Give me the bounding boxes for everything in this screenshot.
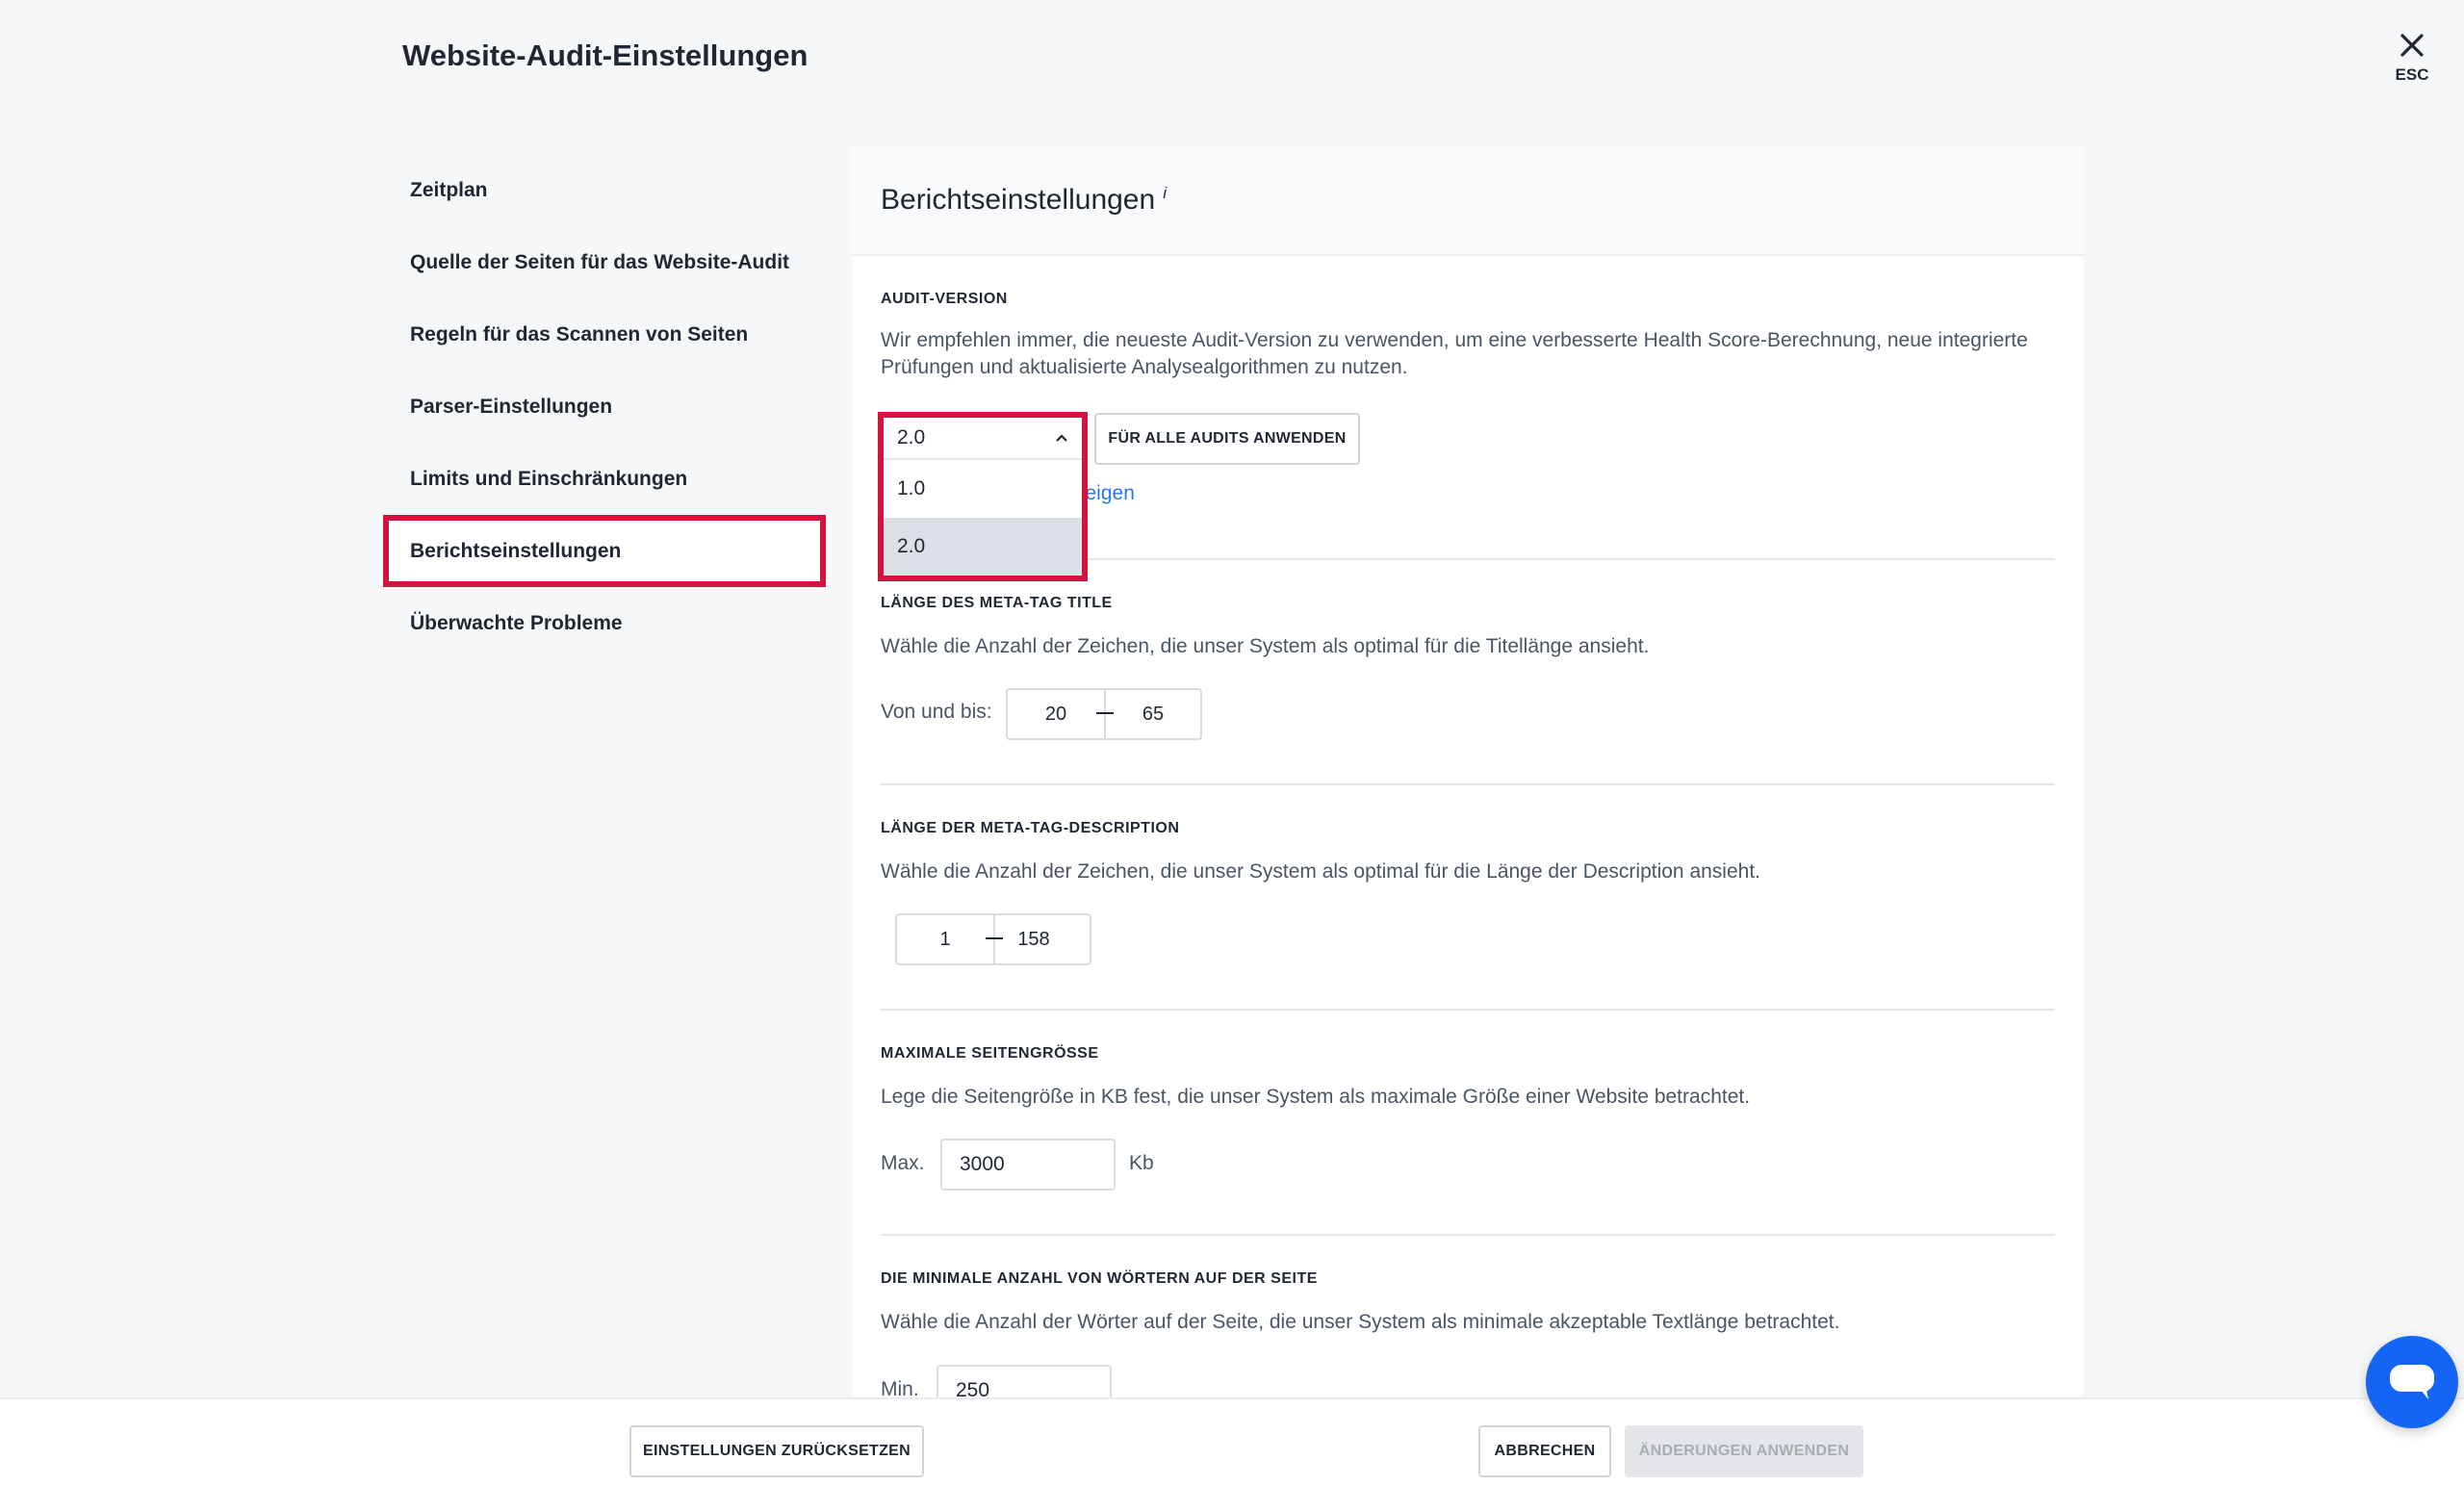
- sidebar-item-monitored-issues[interactable]: Überwachte Probleme: [383, 587, 826, 659]
- title-length-section: LÄNGE DES META-TAG TITLE Wähle die Anzah…: [881, 595, 2055, 660]
- title-length-from-input[interactable]: 20: [1008, 704, 1104, 726]
- chat-button[interactable]: [2366, 1336, 2458, 1428]
- section-divider: [881, 1234, 2055, 1236]
- sidebar-item-zeitplan[interactable]: Zeitplan: [383, 154, 826, 226]
- audit-version-option-1-0[interactable]: 1.0: [884, 460, 1082, 518]
- title-length-range: 20 65: [1006, 688, 1202, 740]
- sidebar-item-page-source[interactable]: Quelle der Seiten für das Website-Audit: [383, 226, 826, 298]
- panel-header: Berichtseinstellungen i: [852, 146, 2084, 256]
- section-divider: [881, 1009, 2055, 1011]
- section-divider: [881, 783, 2055, 785]
- cancel-button[interactable]: ABBRECHEN: [1478, 1425, 1611, 1477]
- audit-version-dropdown[interactable]: 2.0 1.0 2.0: [878, 412, 1088, 581]
- max-prefix: Max.: [881, 1152, 925, 1174]
- min-words-description: Wähle die Anzahl der Wörter auf der Seit…: [881, 1311, 1840, 1333]
- sidebar-item-report-settings[interactable]: Berichtseinstellungen: [383, 515, 826, 587]
- title-length-label: LÄNGE DES META-TAG TITLE: [881, 595, 1113, 611]
- min-words-section: DIE MINIMALE ANZAHL VON WÖRTERN AUF DER …: [881, 1270, 2055, 1336]
- audit-version-option-2-0[interactable]: 2.0: [884, 518, 1082, 576]
- chevron-up-icon: [1056, 434, 1067, 442]
- settings-sidebar: Zeitplan Quelle der Seiten für das Websi…: [383, 154, 826, 659]
- description-length-from-input[interactable]: 1: [897, 929, 993, 951]
- description-length-label: LÄNGE DER META-TAG-DESCRIPTION: [881, 820, 1180, 836]
- info-icon[interactable]: i: [1163, 184, 1167, 203]
- apply-all-audits-button[interactable]: FÜR ALLE AUDITS ANWENDEN: [1094, 413, 1360, 465]
- title-length-to-input[interactable]: 65: [1106, 704, 1200, 726]
- chat-icon: [2390, 1365, 2434, 1399]
- sidebar-item-limits[interactable]: Limits und Einschränkungen: [383, 443, 826, 515]
- esc-label: ESC: [2395, 65, 2429, 84]
- modal-title: Website-Audit-Einstellungen: [402, 38, 808, 72]
- range-label: Von und bis:: [881, 701, 992, 723]
- max-page-size-section: MAXIMALE SEITENGRÖSSE Lege die Seitengrö…: [881, 1045, 2055, 1111]
- audit-version-description: Wir empfehlen immer, die neueste Audit-V…: [881, 329, 2028, 378]
- max-page-size-label: MAXIMALE SEITENGRÖSSE: [881, 1045, 1099, 1062]
- max-page-size-description: Lege die Seitengröße in KB fest, die uns…: [881, 1086, 1751, 1108]
- apply-changes-button[interactable]: ÄNDERUNGEN ANWENDEN: [1625, 1425, 1863, 1477]
- title-length-description: Wähle die Anzahl der Zeichen, die unser …: [881, 635, 1650, 657]
- sidebar-item-parser-settings[interactable]: Parser-Einstellungen: [383, 371, 826, 443]
- report-settings-panel: Berichtseinstellungen i AUDIT-VERSION Wi…: [852, 146, 2084, 1417]
- audit-version-section: AUDIT-VERSION Wir empfehlen immer, die n…: [881, 291, 2055, 381]
- close-button[interactable]: ESC: [2383, 33, 2441, 85]
- kb-unit: Kb: [1129, 1152, 1154, 1174]
- range-dash: [986, 937, 1003, 939]
- description-length-section: LÄNGE DER META-TAG-DESCRIPTION Wähle die…: [881, 820, 2055, 885]
- audit-version-select[interactable]: 2.0: [884, 418, 1082, 460]
- reset-settings-button[interactable]: EINSTELLUNGEN ZURÜCKSETZEN: [629, 1425, 924, 1477]
- audit-version-label: AUDIT-VERSION: [881, 291, 1008, 307]
- description-length-to-input[interactable]: 158: [995, 929, 1072, 951]
- description-length-range: 1 158: [895, 913, 1091, 965]
- panel-title: Berichtseinstellungen: [881, 184, 1156, 216]
- footer-bar: EINSTELLUNGEN ZURÜCKSETZEN ABBRECHEN ÄND…: [0, 1397, 2464, 1486]
- max-page-size-input[interactable]: 3000: [940, 1139, 1116, 1191]
- description-length-description: Wähle die Anzahl der Zeichen, die unser …: [881, 860, 1760, 883]
- close-icon[interactable]: [2400, 33, 2425, 58]
- sidebar-item-scan-rules[interactable]: Regeln für das Scannen von Seiten: [383, 298, 826, 371]
- range-dash: [1096, 712, 1114, 714]
- audit-version-selected-value: 2.0: [897, 426, 926, 448]
- min-words-label: DIE MINIMALE ANZAHL VON WÖRTERN AUF DER …: [881, 1270, 1318, 1287]
